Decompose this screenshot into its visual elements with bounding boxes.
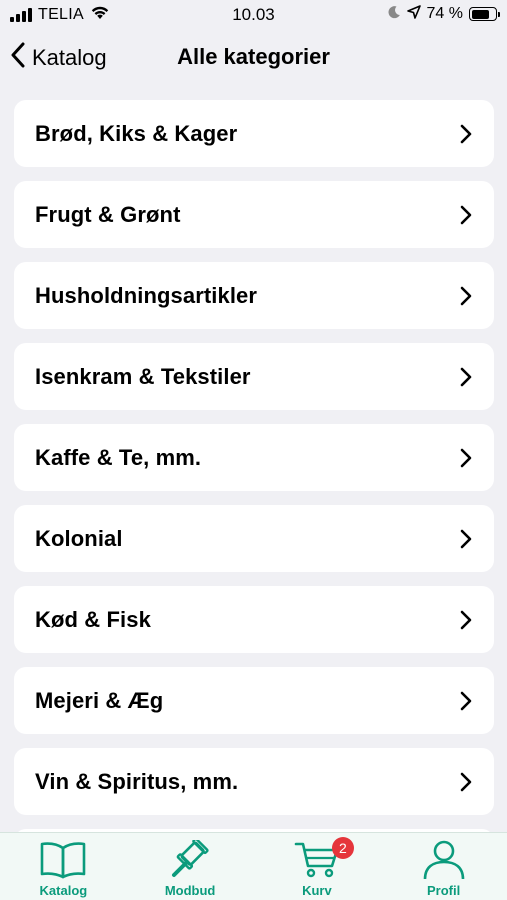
category-item-mejeri-aeg[interactable]: Mejeri & Æg [14, 667, 494, 734]
tab-kurv[interactable]: 2 Kurv [254, 833, 381, 900]
chevron-right-icon [460, 124, 472, 144]
category-list: Brød, Kiks & Kager Frugt & Grønt Hushold… [14, 100, 494, 900]
chevron-right-icon [460, 610, 472, 630]
user-icon [422, 840, 466, 880]
battery-percent: 74 % [426, 5, 463, 22]
category-label: Kaffe & Te, mm. [35, 444, 202, 470]
cart-icon: 2 [294, 837, 354, 880]
category-label: Mejeri & Æg [35, 687, 164, 713]
chevron-right-icon [460, 448, 472, 468]
tab-label: Katalog [39, 883, 88, 898]
screen: TELIA 10.03 74 % Katalog Alle kategorier… [0, 0, 507, 900]
chevron-right-icon [460, 772, 472, 792]
category-item-isenkram-tekstiler[interactable]: Isenkram & Tekstiler [14, 343, 494, 410]
category-item-kod-fisk[interactable]: Kød & Fisk [14, 586, 494, 653]
category-label: Kød & Fisk [35, 606, 151, 632]
battery-level-fill [471, 9, 489, 19]
category-label: Kolonial [35, 525, 123, 551]
category-item-frugt-gront[interactable]: Frugt & Grønt [14, 181, 494, 248]
battery-icon [469, 7, 500, 21]
tab-katalog[interactable]: Katalog [0, 833, 127, 900]
tab-label: Profil [427, 883, 461, 898]
nav-bar: Katalog Alle kategorier [0, 36, 507, 80]
moon-icon [387, 4, 401, 24]
chevron-right-icon [460, 367, 472, 387]
location-arrow-icon [406, 4, 421, 24]
category-item-husholdningsartikler[interactable]: Husholdningsartikler [14, 262, 494, 329]
cart-badge: 2 [331, 837, 354, 859]
chevron-right-icon [460, 205, 472, 225]
category-label: Isenkram & Tekstiler [35, 363, 251, 389]
category-label: Vin & Spiritus, mm. [35, 768, 239, 794]
tab-label: Kurv [302, 883, 332, 898]
tab-label: Modbud [164, 883, 216, 898]
category-label: Brød, Kiks & Kager [35, 120, 238, 146]
chevron-right-icon [460, 286, 472, 306]
category-item-kolonial[interactable]: Kolonial [14, 505, 494, 572]
category-item-vin-spiritus[interactable]: Vin & Spiritus, mm. [14, 748, 494, 815]
category-label: Frugt & Grønt [35, 201, 181, 227]
book-icon [39, 840, 87, 880]
status-bar: TELIA 10.03 74 % [0, 0, 507, 30]
status-right: 74 % [387, 4, 500, 24]
tab-profil[interactable]: Profil [380, 833, 507, 900]
category-item-brod-kiks-kager[interactable]: Brød, Kiks & Kager [14, 100, 494, 167]
category-label: Husholdningsartikler [35, 282, 258, 308]
chevron-right-icon [460, 529, 472, 549]
page-title: Alle kategorier [177, 44, 330, 69]
tab-modbud[interactable]: Modbud [127, 833, 254, 900]
category-item-kaffe-te[interactable]: Kaffe & Te, mm. [14, 424, 494, 491]
chevron-right-icon [460, 691, 472, 711]
tab-bar: Katalog Modbud 2 Kurv Profil [0, 832, 507, 900]
gavel-icon [169, 840, 211, 880]
